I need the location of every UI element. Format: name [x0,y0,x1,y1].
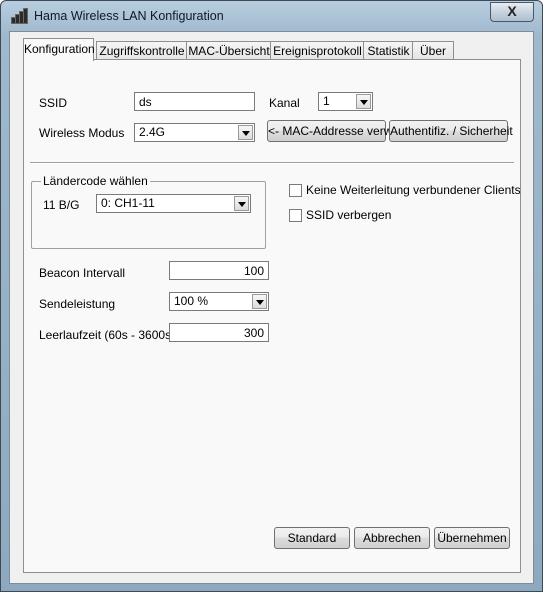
ssid-label: SSID [39,96,68,110]
wireless-modus-label: Wireless Modus [39,126,125,140]
chevron-down-icon[interactable] [238,125,253,140]
hide-ssid-label: SSID verbergen [306,208,392,222]
laendercode-groupbox: Ländercode wählen 11 B/G 0: CH1-11 [31,174,266,249]
no-forward-checkbox[interactable] [289,184,302,197]
laendercode-select[interactable]: 0: CH1-11 [96,194,251,213]
kanal-label: Kanal [269,96,300,110]
konfiguration-panel: SSID ds Kanal 1 Wireless Modus 2.4G <- M… [23,59,521,573]
leerlauf-input[interactable]: 300 [169,323,269,342]
sendeleistung-value: 100 % [174,294,209,308]
sendeleistung-select[interactable]: 100 % [169,292,269,311]
mac-address-button[interactable]: <- MAC-Addresse verw. [267,120,395,142]
laendercode-group-label: Ländercode wählen [41,174,150,188]
chevron-down-icon[interactable] [252,294,267,309]
beacon-input[interactable]: 100 [169,261,269,280]
hide-ssid-checkbox[interactable] [289,209,302,222]
close-button[interactable]: X [490,2,534,22]
auth-security-button[interactable]: Authentifiz. / Sicherheit [389,120,513,142]
tab-statistik[interactable]: Statistik [363,41,414,60]
leerlauf-label: Leerlaufzeit (60s - 3600s) [39,328,176,342]
cancel-button[interactable]: Abbrechen [354,527,430,549]
tab-konfiguration[interactable]: Konfiguration [23,38,95,61]
dialog-client-area: Konfiguration Zugriffskontrolle MAC-Über… [9,31,534,584]
wireless-modus-select[interactable]: 2.4G [134,123,255,142]
apply-button[interactable]: Übernehmen [434,527,510,549]
tab-mac-uebersicht[interactable]: MAC-Übersicht [186,41,272,60]
kanal-select[interactable]: 1 [318,92,373,111]
tab-zugriffskontrolle[interactable]: Zugriffskontrolle [96,41,188,60]
app-window: Hama Wireless LAN Konfiguration X Konfig… [0,0,543,592]
laendercode-value: 0: CH1-11 [101,196,155,210]
chevron-down-icon[interactable] [234,196,249,211]
ssid-input[interactable]: ds [134,92,255,111]
title-bar[interactable]: Hama Wireless LAN Konfiguration X [1,1,542,31]
band-label: 11 B/G [43,198,80,212]
section-divider [30,162,514,164]
signal-bars-icon [11,8,29,24]
no-forward-label: Keine Weiterleitung verbundener Clients [306,183,521,197]
kanal-select-value: 1 [323,94,330,108]
window-title: Hama Wireless LAN Konfiguration [34,9,224,23]
standard-button[interactable]: Standard [274,527,350,549]
sendeleistung-label: Sendeleistung [39,297,116,311]
beacon-label: Beacon Intervall [39,266,126,280]
tab-ueber[interactable]: Über [412,41,454,60]
wireless-modus-value: 2.4G [139,125,166,139]
chevron-down-icon[interactable] [356,94,371,109]
tab-ereignisprotokoll[interactable]: Ereignisprotokoll [270,41,365,60]
